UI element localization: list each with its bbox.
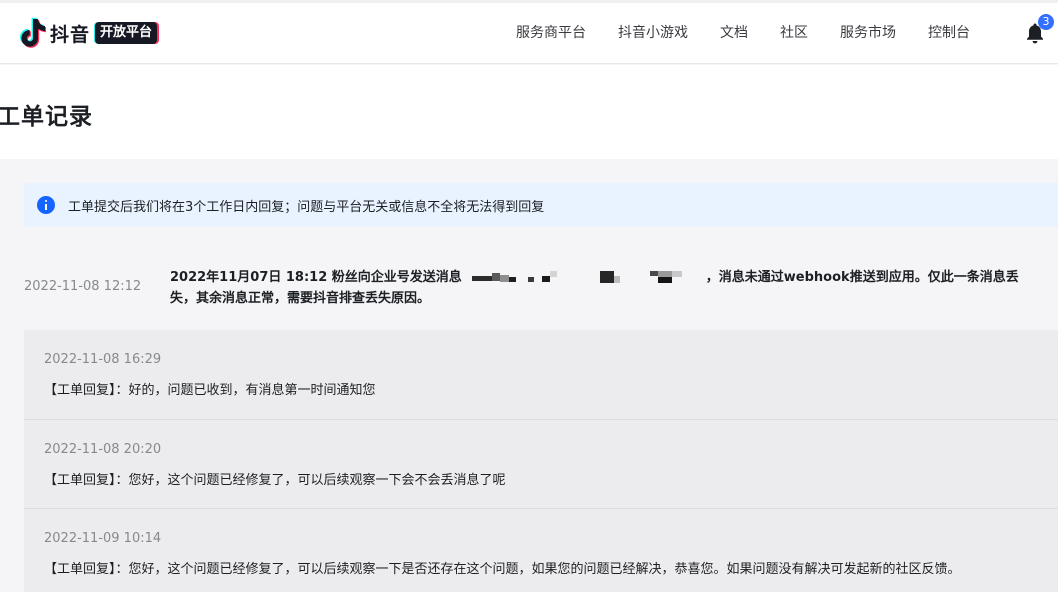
page-header: 工单记录: [0, 65, 1058, 159]
notification-count-badge: 3: [1038, 14, 1054, 30]
page-title: 工单记录: [0, 104, 93, 130]
reply-message: 好的，问题已收到，有消息第一时间通知您: [128, 383, 376, 398]
reply-time: 2022-11-08 16:29: [44, 352, 162, 367]
reply-text: 【工单回复】：好的，问题已收到，有消息第一时间通知您: [44, 379, 376, 398]
nav-item-mini-games[interactable]: 抖音小游戏: [618, 22, 688, 42]
window-edge: [0, 0, 1058, 3]
reply-item: 2022-11-09 10:14 【工单回复】：您好，这个问题已经修复了，可以后…: [24, 508, 1058, 592]
redacted-mosaic-image: [471, 270, 700, 285]
reply-time: 2022-11-09 10:14: [44, 531, 162, 546]
reply-time: 2022-11-08 20:20: [44, 442, 162, 457]
reply-list: 2022-11-08 16:29 【工单回复】：好的，问题已收到，有消息第一时间…: [24, 330, 1058, 592]
reply-item: 2022-11-08 20:20 【工单回复】：您好，这个问题已经修复了，可以后…: [24, 419, 1058, 508]
reply-message: 您好，这个问题已经修复了，可以后续观察一下是否还存在这个问题，如果您的问题已经解…: [128, 562, 961, 577]
ticket-content: 2022年11月07日 18:12 粉丝向企业号发送消息 ，消息未通过webho…: [170, 267, 1040, 309]
reply-item: 2022-11-08 16:29 【工单回复】：好的，问题已收到，有消息第一时间…: [24, 330, 1058, 419]
alert-text: 工单提交后我们将在3个工作日内回复；问题与平台无关或信息不全将无法得到回复: [68, 199, 545, 215]
nav-item-community[interactable]: 社区: [780, 22, 808, 42]
main-nav: 服务商平台 抖音小游戏 文档 社区 服务市场 控制台: [0, 22, 1058, 44]
reply-message: 您好，这个问题已经修复了，可以后续观察一下会不会丢消息了呢: [128, 473, 506, 488]
ticket-content-before: 2022年11月07日 18:12 粉丝向企业号发送消息: [170, 270, 462, 285]
reply-text: 【工单回复】：您好，这个问题已经修复了，可以后续观察一下会不会丢消息了呢: [44, 469, 506, 488]
info-alert: 工单提交后我们将在3个工作日内回复；问题与平台无关或信息不全将无法得到回复: [24, 183, 1058, 227]
reply-label: 【工单回复】：: [44, 383, 129, 398]
nav-item-service-market[interactable]: 服务市场: [840, 22, 896, 42]
reply-text: 【工单回复】：您好，这个问题已经修复了，可以后续观察一下是否还存在这个问题，如果…: [44, 558, 961, 577]
info-icon: [37, 196, 55, 214]
ticket-date: 2022-11-08 12:12: [24, 279, 142, 294]
reply-label: 【工单回复】：: [44, 473, 129, 488]
nav-item-provider-platform[interactable]: 服务商平台: [516, 22, 586, 42]
top-navigation-bar: 抖音 开放平台 服务商平台 抖音小游戏 文档 社区 服务市场 控制台 3: [0, 0, 1058, 64]
nav-item-docs[interactable]: 文档: [720, 22, 748, 42]
nav-item-console[interactable]: 控制台: [928, 22, 970, 42]
reply-label: 【工单回复】：: [44, 562, 129, 577]
